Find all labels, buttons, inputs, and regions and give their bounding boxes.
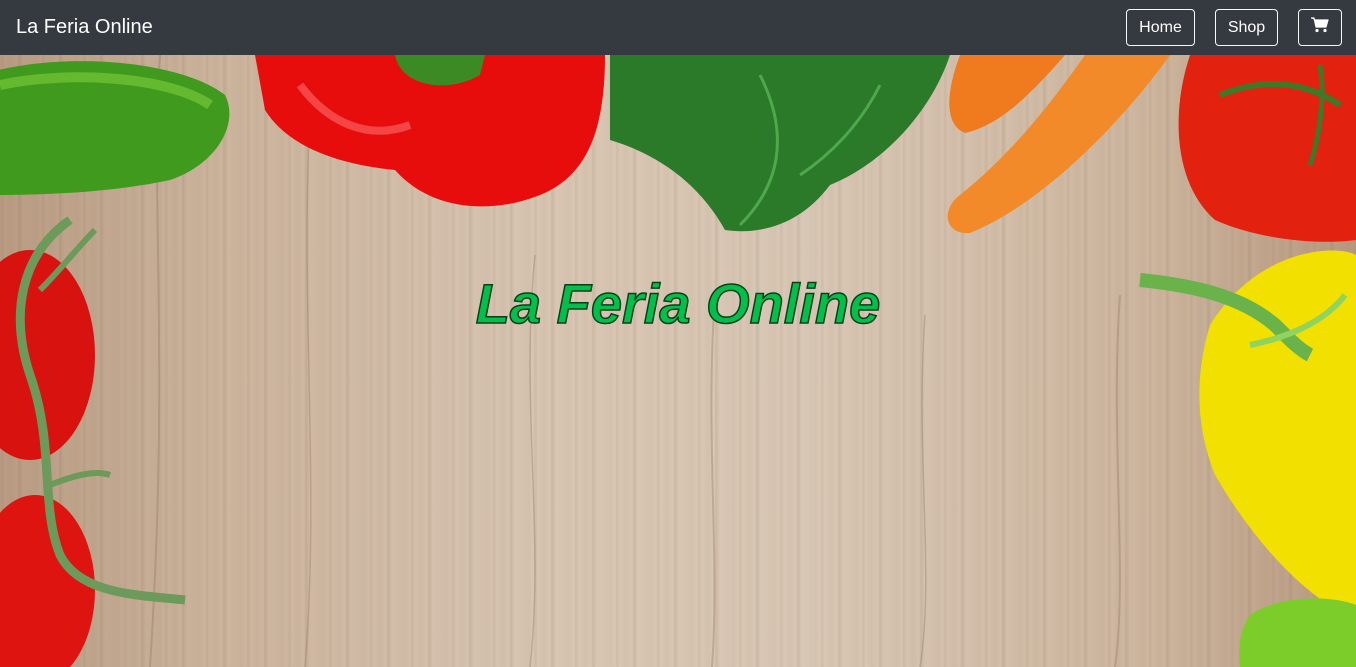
nav-actions: Home Shop	[1126, 9, 1342, 46]
vegetables-background-image	[0, 55, 1356, 667]
hero-title: La Feria Online	[475, 271, 881, 336]
green-pepper-image	[1239, 598, 1356, 667]
cucumber-image	[0, 61, 230, 195]
top-navbar: La Feria Online Home Shop	[0, 0, 1356, 55]
carrots-image	[947, 55, 1170, 234]
cart-button[interactable]	[1298, 9, 1342, 46]
shop-button[interactable]: Shop	[1215, 9, 1278, 46]
parsley-image	[610, 55, 950, 232]
home-button[interactable]: Home	[1126, 9, 1195, 46]
tomato-top-right-image	[1178, 55, 1356, 242]
hero-banner: La Feria Online	[0, 55, 1356, 667]
shopping-cart-icon	[1311, 17, 1329, 38]
brand-link[interactable]: La Feria Online	[16, 16, 153, 39]
